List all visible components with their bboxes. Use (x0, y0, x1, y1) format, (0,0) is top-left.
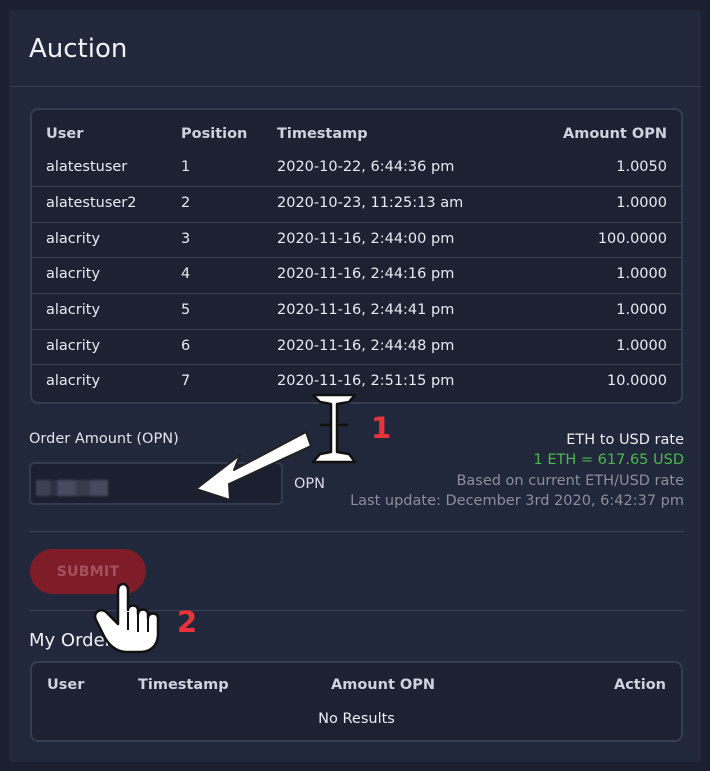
rate-last-update: Last update: December 3rd 2020, 6:42:37 … (350, 492, 684, 509)
order-unit-label: OPN (294, 476, 326, 492)
table-row: alacrity 6 2020-11-16, 2:44:48 pm 1.0000 (32, 329, 681, 365)
blurred-input-value (36, 480, 108, 496)
auction-table: User Position Timestamp Amount OPN alate… (30, 108, 683, 404)
cell-timestamp: 2020-10-23, 11:25:13 am (277, 195, 464, 211)
cell-position: 6 (181, 338, 191, 354)
my-orders-table: User Timestamp Amount OPN Action No Resu… (30, 661, 683, 742)
cell-timestamp: 2020-11-16, 2:44:16 pm (277, 266, 455, 282)
cell-timestamp: 2020-11-16, 2:51:15 pm (277, 373, 455, 389)
column-user: User (47, 677, 85, 693)
cell-user: alacrity (46, 231, 101, 247)
column-user: User (46, 126, 84, 142)
auction-card: Auction User Position Timestamp Amount O… (9, 10, 701, 762)
order-amount-label: Order Amount (OPN) (29, 431, 179, 447)
cell-position: 7 (181, 373, 191, 389)
cell-user: alacrity (46, 266, 101, 282)
rate-basis: Based on current ETH/USD rate (456, 472, 684, 489)
step-number-1: 1 (371, 411, 392, 445)
auction-table-header: User Position Timestamp Amount OPN (32, 118, 681, 153)
cell-amount: 100.0000 (597, 231, 667, 247)
divider (29, 531, 684, 532)
column-position: Position (181, 126, 248, 142)
divider (29, 610, 684, 611)
cell-position: 2 (181, 195, 191, 211)
cell-amount: 1.0000 (616, 195, 667, 211)
empty-state-text: No Results (318, 711, 395, 727)
cell-position: 3 (181, 231, 191, 247)
table-row: alacrity 7 2020-11-16, 2:51:15 pm 10.000… (32, 364, 681, 400)
cell-amount: 1.0000 (616, 302, 667, 318)
rate-value: 1 ETH = 617.65 USD (533, 452, 684, 469)
submit-button[interactable]: SUBMIT (30, 549, 146, 594)
cell-amount: 1.0000 (616, 266, 667, 282)
table-row: alatestuser2 2 2020-10-23, 11:25:13 am 1… (32, 186, 681, 222)
table-row: alacrity 5 2020-11-16, 2:44:41 pm 1.0000 (32, 293, 681, 329)
cell-user: alacrity (46, 302, 101, 318)
cell-amount: 1.0050 (616, 159, 667, 175)
cell-user: alacrity (46, 373, 101, 389)
step-number-2: 2 (177, 605, 198, 639)
column-amount: Amount OPN (562, 126, 667, 142)
cell-amount: 1.0000 (616, 338, 667, 354)
page-title: Auction (9, 10, 701, 87)
cell-timestamp: 2020-11-16, 2:44:00 pm (277, 231, 455, 247)
column-action: Action (613, 677, 666, 693)
cell-position: 5 (181, 302, 191, 318)
table-row: alatestuser 1 2020-10-22, 6:44:36 pm 1.0… (32, 151, 681, 186)
column-amount: Amount OPN (331, 677, 436, 693)
cell-user: alacrity (46, 338, 101, 354)
cell-user: alatestuser (46, 159, 128, 175)
column-timestamp: Timestamp (277, 126, 368, 142)
cell-timestamp: 2020-10-22, 6:44:36 pm (277, 159, 455, 175)
cell-amount: 10.0000 (607, 373, 667, 389)
my-orders-title: My Orders (29, 630, 122, 651)
cell-position: 4 (181, 266, 191, 282)
table-row: alacrity 4 2020-11-16, 2:44:16 pm 1.0000 (32, 257, 681, 293)
cell-position: 1 (181, 159, 191, 175)
cell-user: alatestuser2 (46, 195, 137, 211)
column-timestamp: Timestamp (138, 677, 229, 693)
eth-rate-panel: ETH to USD rate 1 ETH = 617.65 USD Based… (350, 430, 684, 511)
table-row: alacrity 3 2020-11-16, 2:44:00 pm 100.00… (32, 222, 681, 258)
cell-timestamp: 2020-11-16, 2:44:41 pm (277, 302, 455, 318)
rate-title: ETH to USD rate (566, 432, 684, 448)
cell-timestamp: 2020-11-16, 2:44:48 pm (277, 338, 455, 354)
